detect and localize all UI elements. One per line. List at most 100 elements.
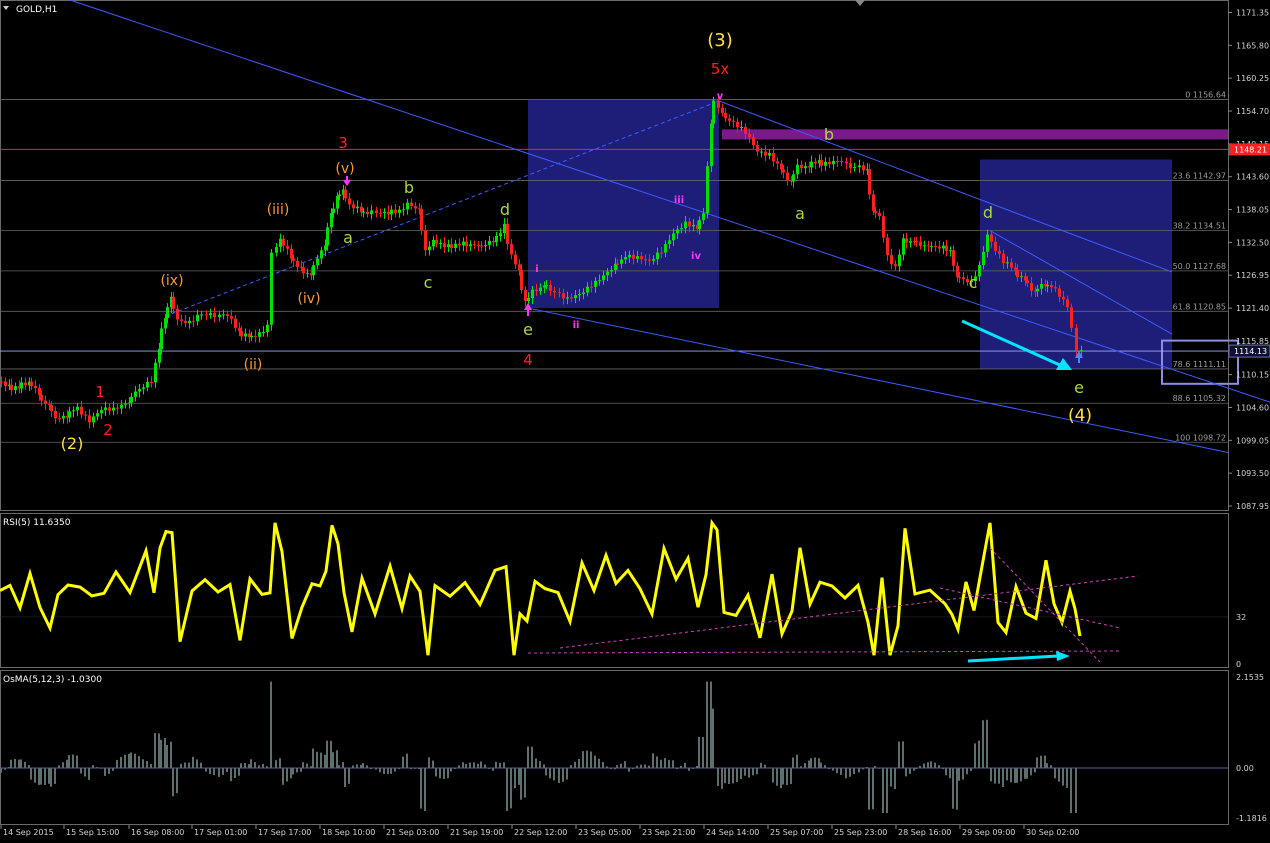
candle-body xyxy=(387,211,390,215)
candle-body xyxy=(150,382,153,384)
candle-body xyxy=(680,228,683,230)
caret-down-icon[interactable] xyxy=(3,6,9,10)
osma-bar xyxy=(994,768,996,784)
osma-bar xyxy=(379,768,381,773)
osma-bar xyxy=(942,768,944,770)
candle-body xyxy=(1010,262,1013,268)
osma-bar xyxy=(790,768,792,785)
wave-label: v xyxy=(717,91,724,102)
osma-bar xyxy=(192,756,194,769)
candle-body xyxy=(958,277,961,279)
osma-bar xyxy=(488,767,490,769)
osma-bar xyxy=(332,752,334,769)
osma-bar xyxy=(270,681,272,769)
candle-body xyxy=(558,292,561,294)
osma-bar xyxy=(1006,768,1008,781)
osma-bar xyxy=(44,768,46,785)
candle-body xyxy=(379,212,382,214)
osma-bar xyxy=(923,763,925,769)
osma-bar xyxy=(492,768,494,771)
candle-body xyxy=(1020,276,1023,278)
rsi-title: RSI(5) 11.6350 xyxy=(3,518,71,528)
osma-bar xyxy=(48,768,50,784)
rsi-layer: 32 0 xyxy=(0,518,1246,669)
osma-bar xyxy=(450,768,452,772)
y-tick-label: 1160.25 xyxy=(1236,74,1269,83)
osma-bar xyxy=(1075,768,1077,814)
candle-body xyxy=(244,333,247,337)
candle-body xyxy=(406,202,409,210)
x-tick-label: 23 Sep 21:00 xyxy=(642,828,695,837)
candle-body xyxy=(213,313,216,318)
rsi-panel-frame xyxy=(0,513,1229,668)
candle-body xyxy=(375,210,378,213)
osma-bar xyxy=(4,768,6,770)
chart-shift-marker-icon[interactable] xyxy=(855,0,865,6)
arrow-head-icon xyxy=(1056,651,1070,661)
osma-bar xyxy=(945,768,947,776)
osma-bar xyxy=(166,744,168,769)
candle-body xyxy=(648,259,651,261)
osma-bar xyxy=(28,765,30,769)
y-tick-label: 1171.35 xyxy=(1236,9,1269,18)
candle-body xyxy=(160,328,163,349)
osma-bar xyxy=(477,763,479,769)
candle-body xyxy=(624,257,627,260)
osma-bar xyxy=(978,740,980,769)
osma-bar xyxy=(410,768,412,770)
rsi-trend-line[interactable] xyxy=(527,650,1121,654)
candle-body xyxy=(1040,284,1043,289)
osma-bar xyxy=(776,768,778,786)
candle-body xyxy=(312,265,315,276)
osma-bar xyxy=(266,766,268,769)
osma-bar xyxy=(549,768,551,779)
candle-body xyxy=(266,324,269,332)
osma-bar xyxy=(160,739,162,769)
osma-bar xyxy=(578,758,580,769)
wave-label: e xyxy=(523,320,533,339)
osma-bar xyxy=(672,760,674,769)
osma-bar xyxy=(336,750,338,769)
candle-body xyxy=(786,172,789,181)
candle-body xyxy=(398,209,401,213)
y-tick-label: 1110.15 xyxy=(1236,371,1269,380)
osma-bar xyxy=(853,768,855,775)
osma-bar xyxy=(1044,755,1046,769)
osma-bar xyxy=(866,767,868,769)
osma-bar xyxy=(998,768,1000,784)
rsi-trend-line[interactable] xyxy=(939,587,1121,629)
osma-bar xyxy=(0,768,2,773)
wave-label: ii xyxy=(573,320,580,331)
osma-bar xyxy=(14,758,16,769)
osma-bar xyxy=(234,768,236,779)
candle-body xyxy=(188,320,191,324)
candle-body xyxy=(660,252,663,254)
candle-body xyxy=(514,254,517,265)
osma-bar xyxy=(828,768,830,770)
osma-bar xyxy=(543,764,545,769)
osma-bar xyxy=(54,768,56,784)
candle-body xyxy=(100,410,103,414)
osma-bar xyxy=(68,755,70,769)
osma-bar xyxy=(213,768,215,776)
candle-body xyxy=(710,123,713,167)
osma-bar xyxy=(890,768,892,787)
x-tick-label: 30 Sep 02:00 xyxy=(1026,828,1079,837)
candle-body xyxy=(549,285,552,291)
candle-body xyxy=(92,416,95,423)
osma-bar xyxy=(1054,768,1056,779)
osma-bar xyxy=(915,768,917,770)
x-tick-label: 22 Sep 12:00 xyxy=(514,828,567,837)
fib-level-label: 78.6 1111.11 xyxy=(1173,360,1226,369)
candle-body xyxy=(545,285,548,287)
candle-body xyxy=(164,318,167,329)
candle-body xyxy=(782,169,785,173)
osma-bar xyxy=(387,768,389,775)
osma-bar xyxy=(566,768,568,780)
osma-bar xyxy=(164,738,166,769)
osma-bar xyxy=(934,762,936,769)
osma-bar xyxy=(1070,768,1072,814)
candle-body xyxy=(898,254,901,267)
osma-bar xyxy=(696,765,698,769)
osma-bar xyxy=(398,768,400,770)
